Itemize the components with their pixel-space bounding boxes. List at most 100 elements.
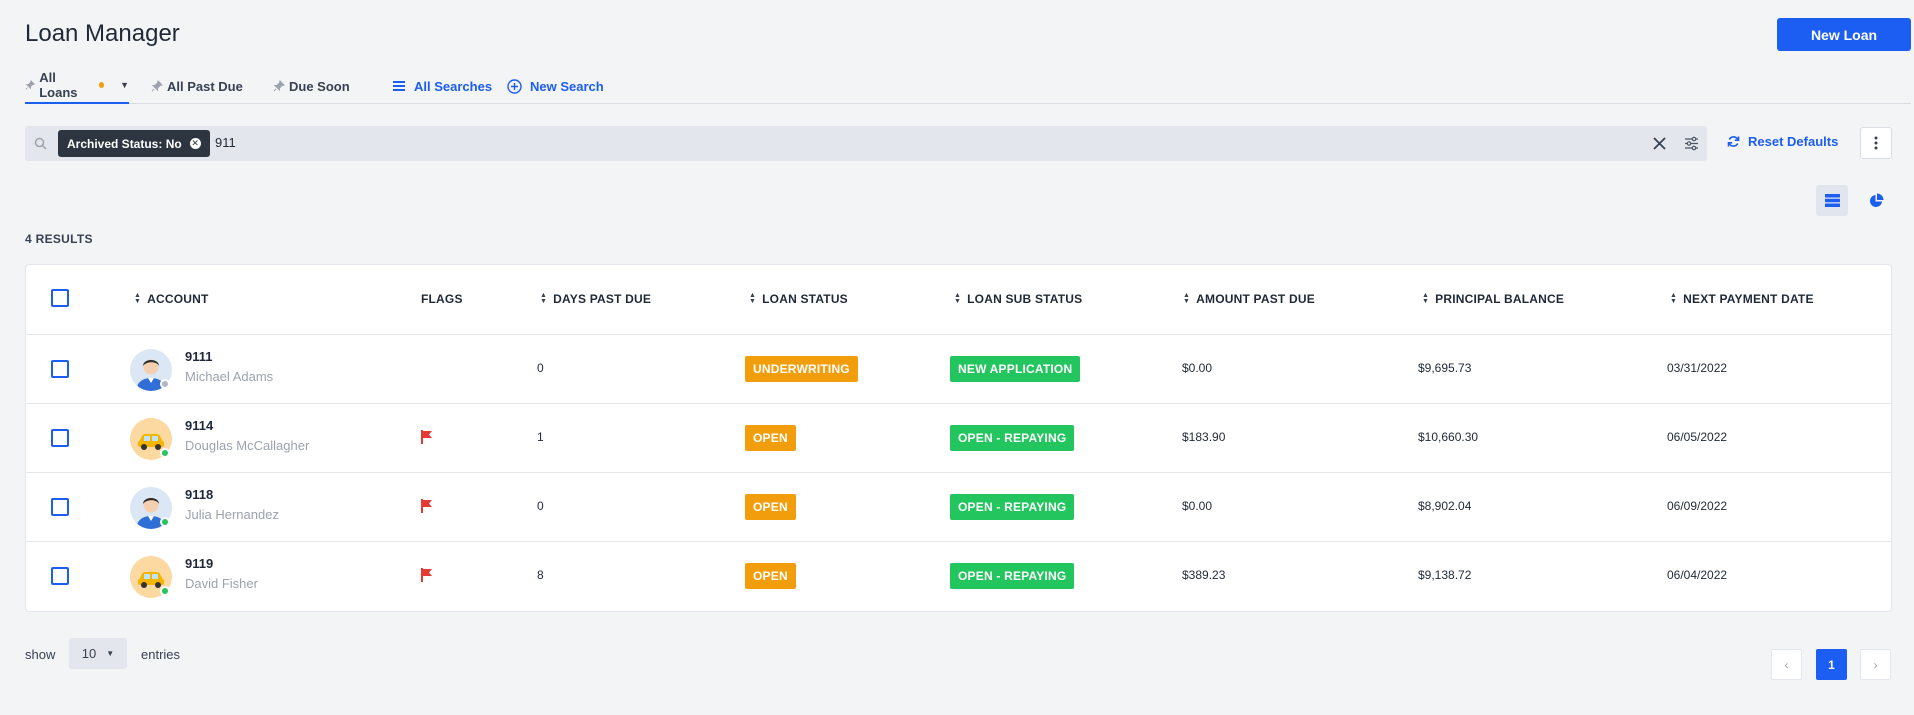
all-searches-link[interactable]: All Searches (392, 68, 492, 104)
row-checkbox[interactable] (51, 429, 69, 447)
tab-label: All Loans (39, 70, 78, 100)
search-input[interactable]: 911 (215, 135, 236, 150)
next-payment-date: 03/31/2022 (1667, 361, 1728, 375)
column-header-principal-balance[interactable]: ▲ ▼ PRINCIPAL BALANCE (1422, 292, 1564, 306)
amount-past-due: $0.00 (1182, 499, 1213, 513)
remove-chip-icon[interactable]: ✕ (189, 138, 201, 149)
column-header-loan-status[interactable]: ▲ ▼ LOAN STATUS (749, 292, 848, 306)
row-checkbox[interactable] (51, 567, 69, 585)
principal-balance: $10,660.30 (1418, 430, 1479, 444)
chart-view-button[interactable] (1860, 185, 1892, 216)
next-payment-date: 06/09/2022 (1667, 499, 1728, 513)
loan-status-badge: OPEN (745, 425, 796, 451)
pie-chart-icon (1869, 193, 1883, 207)
clear-search-icon[interactable] (1653, 137, 1666, 150)
loan-status-badge: OPEN (745, 494, 796, 520)
days-past-due: 0 (537, 499, 544, 513)
column-header-amount-past-due[interactable]: ▲ ▼ AMOUNT PAST DUE (1183, 292, 1315, 306)
days-past-due: 0 (537, 361, 544, 375)
flag-icon (421, 499, 433, 518)
account-name: David Fisher (185, 576, 258, 591)
refresh-icon (1727, 136, 1740, 147)
tab-label: All Past Due (167, 78, 243, 94)
presence-status-icon (160, 586, 170, 596)
presence-status-icon (160, 517, 170, 527)
list-view-button[interactable] (1816, 185, 1848, 216)
entries-value: 10 (81, 646, 97, 661)
show-label: show (25, 647, 56, 662)
search-bar[interactable]: Archived Status: No ✕ 911 (25, 126, 1707, 161)
sort-icon: ▲ ▼ (954, 292, 962, 305)
loan-status-badge: UNDERWRITING (745, 356, 858, 382)
presence-status-icon (160, 448, 170, 458)
next-page-button[interactable]: › (1860, 649, 1891, 680)
list-icon (393, 81, 405, 91)
next-payment-date: 06/05/2022 (1667, 430, 1728, 444)
table-row[interactable]: 9114 Douglas McCallagher 1 OPEN OPEN - REPAY… (26, 403, 1891, 472)
row-checkbox[interactable] (51, 498, 69, 516)
sort-icon: ▲ ▼ (1670, 292, 1678, 305)
chevron-down-icon[interactable]: ▼ (120, 80, 129, 90)
tab-all-loans[interactable]: All Loans ▼ (25, 68, 129, 104)
account-name: Douglas McCallagher (185, 438, 310, 453)
sort-icon: ▲ ▼ (1183, 292, 1191, 305)
presence-status-icon (160, 379, 170, 389)
results-count: 4 RESULTS (25, 232, 93, 246)
loan-status-badge: OPEN (745, 563, 796, 589)
filter-chip-label: Archived Status: No (67, 136, 182, 151)
column-header-flags: FLAGS (421, 292, 463, 306)
filter-settings-icon[interactable] (1684, 136, 1699, 151)
column-header-account[interactable]: ▲ ▼ ACCOUNT (134, 292, 209, 306)
account-number[interactable]: 9119 (185, 556, 213, 571)
flag-icon (421, 430, 433, 449)
reset-defaults-button[interactable]: Reset Defaults (1727, 134, 1838, 149)
account-number[interactable]: 9114 (185, 418, 213, 433)
page-title: Loan Manager (25, 20, 180, 47)
column-header-loan-sub-status[interactable]: ▲ ▼ LOAN SUB STATUS (954, 292, 1082, 306)
new-search-label: New Search (530, 78, 604, 94)
more-options-button[interactable] (1860, 127, 1892, 159)
select-all-checkbox[interactable] (51, 289, 69, 307)
all-searches-label: All Searches (414, 78, 493, 94)
account-name: Julia Hernandez (185, 507, 279, 522)
saved-search-tabs: All Loans ▼ All Past Due Due Soon All Se… (25, 68, 1911, 104)
loan-sub-status-badge: OPEN - REPAYING (950, 494, 1075, 520)
sort-icon: ▲ ▼ (749, 292, 757, 305)
account-number[interactable]: 9118 (185, 487, 213, 502)
table-row[interactable]: 9118 Julia Hernandez 0 OPEN OPEN - REPAYING $… (26, 472, 1891, 541)
sort-icon: ▲ ▼ (1422, 292, 1430, 305)
new-loan-button[interactable]: New Loan (1777, 18, 1911, 51)
plus-circle-icon (507, 78, 522, 94)
column-header-days-past-due[interactable]: ▲ ▼ DAYS PAST DUE (540, 292, 651, 306)
flag-icon (421, 568, 433, 587)
loans-table: ▲ ▼ ACCOUNT FLAGS ▲ ▼ DAYS PAST DUE ▲ ▼ LOAN S… (25, 264, 1892, 612)
column-header-next-payment-date[interactable]: ▲ ▼ NEXT PAYMENT DATE (1670, 292, 1814, 306)
entries-per-page-select[interactable]: 10 ▼ (69, 638, 127, 669)
principal-balance: $8,902.04 (1418, 499, 1472, 513)
pin-icon (273, 80, 285, 92)
principal-balance: $9,138.72 (1418, 568, 1472, 582)
row-checkbox[interactable] (51, 360, 69, 378)
sort-icon: ▲ ▼ (540, 292, 548, 305)
kebab-icon (1874, 136, 1878, 150)
search-icon (34, 137, 47, 150)
pin-icon (151, 80, 163, 92)
table-row[interactable]: 9119 David Fisher 8 OPEN OPEN - REPAYING $389… (26, 541, 1891, 610)
table-row[interactable]: 9111 Michael Adams 0 UNDERWRITING NEW APPLIC… (26, 334, 1891, 403)
list-view-icon (1824, 194, 1840, 207)
amount-past-due: $183.90 (1182, 430, 1226, 444)
chevron-down-icon: ▼ (106, 649, 115, 658)
entries-label: entries (141, 647, 181, 662)
sort-icon: ▲ ▼ (134, 292, 142, 305)
prev-page-button[interactable]: ‹ (1771, 649, 1802, 680)
reset-defaults-label: Reset Defaults (1748, 134, 1839, 149)
amount-past-due: $0.00 (1182, 361, 1213, 375)
new-search-link[interactable]: New Search (507, 68, 604, 104)
tab-due-soon[interactable]: Due Soon (273, 68, 350, 104)
account-name: Michael Adams (185, 369, 274, 384)
tab-all-past-due[interactable]: All Past Due (151, 68, 243, 104)
page-button-1[interactable]: 1 (1816, 649, 1847, 680)
account-number[interactable]: 9111 (185, 349, 213, 364)
pin-icon (25, 79, 36, 90)
filter-chip: Archived Status: No ✕ (58, 130, 210, 157)
